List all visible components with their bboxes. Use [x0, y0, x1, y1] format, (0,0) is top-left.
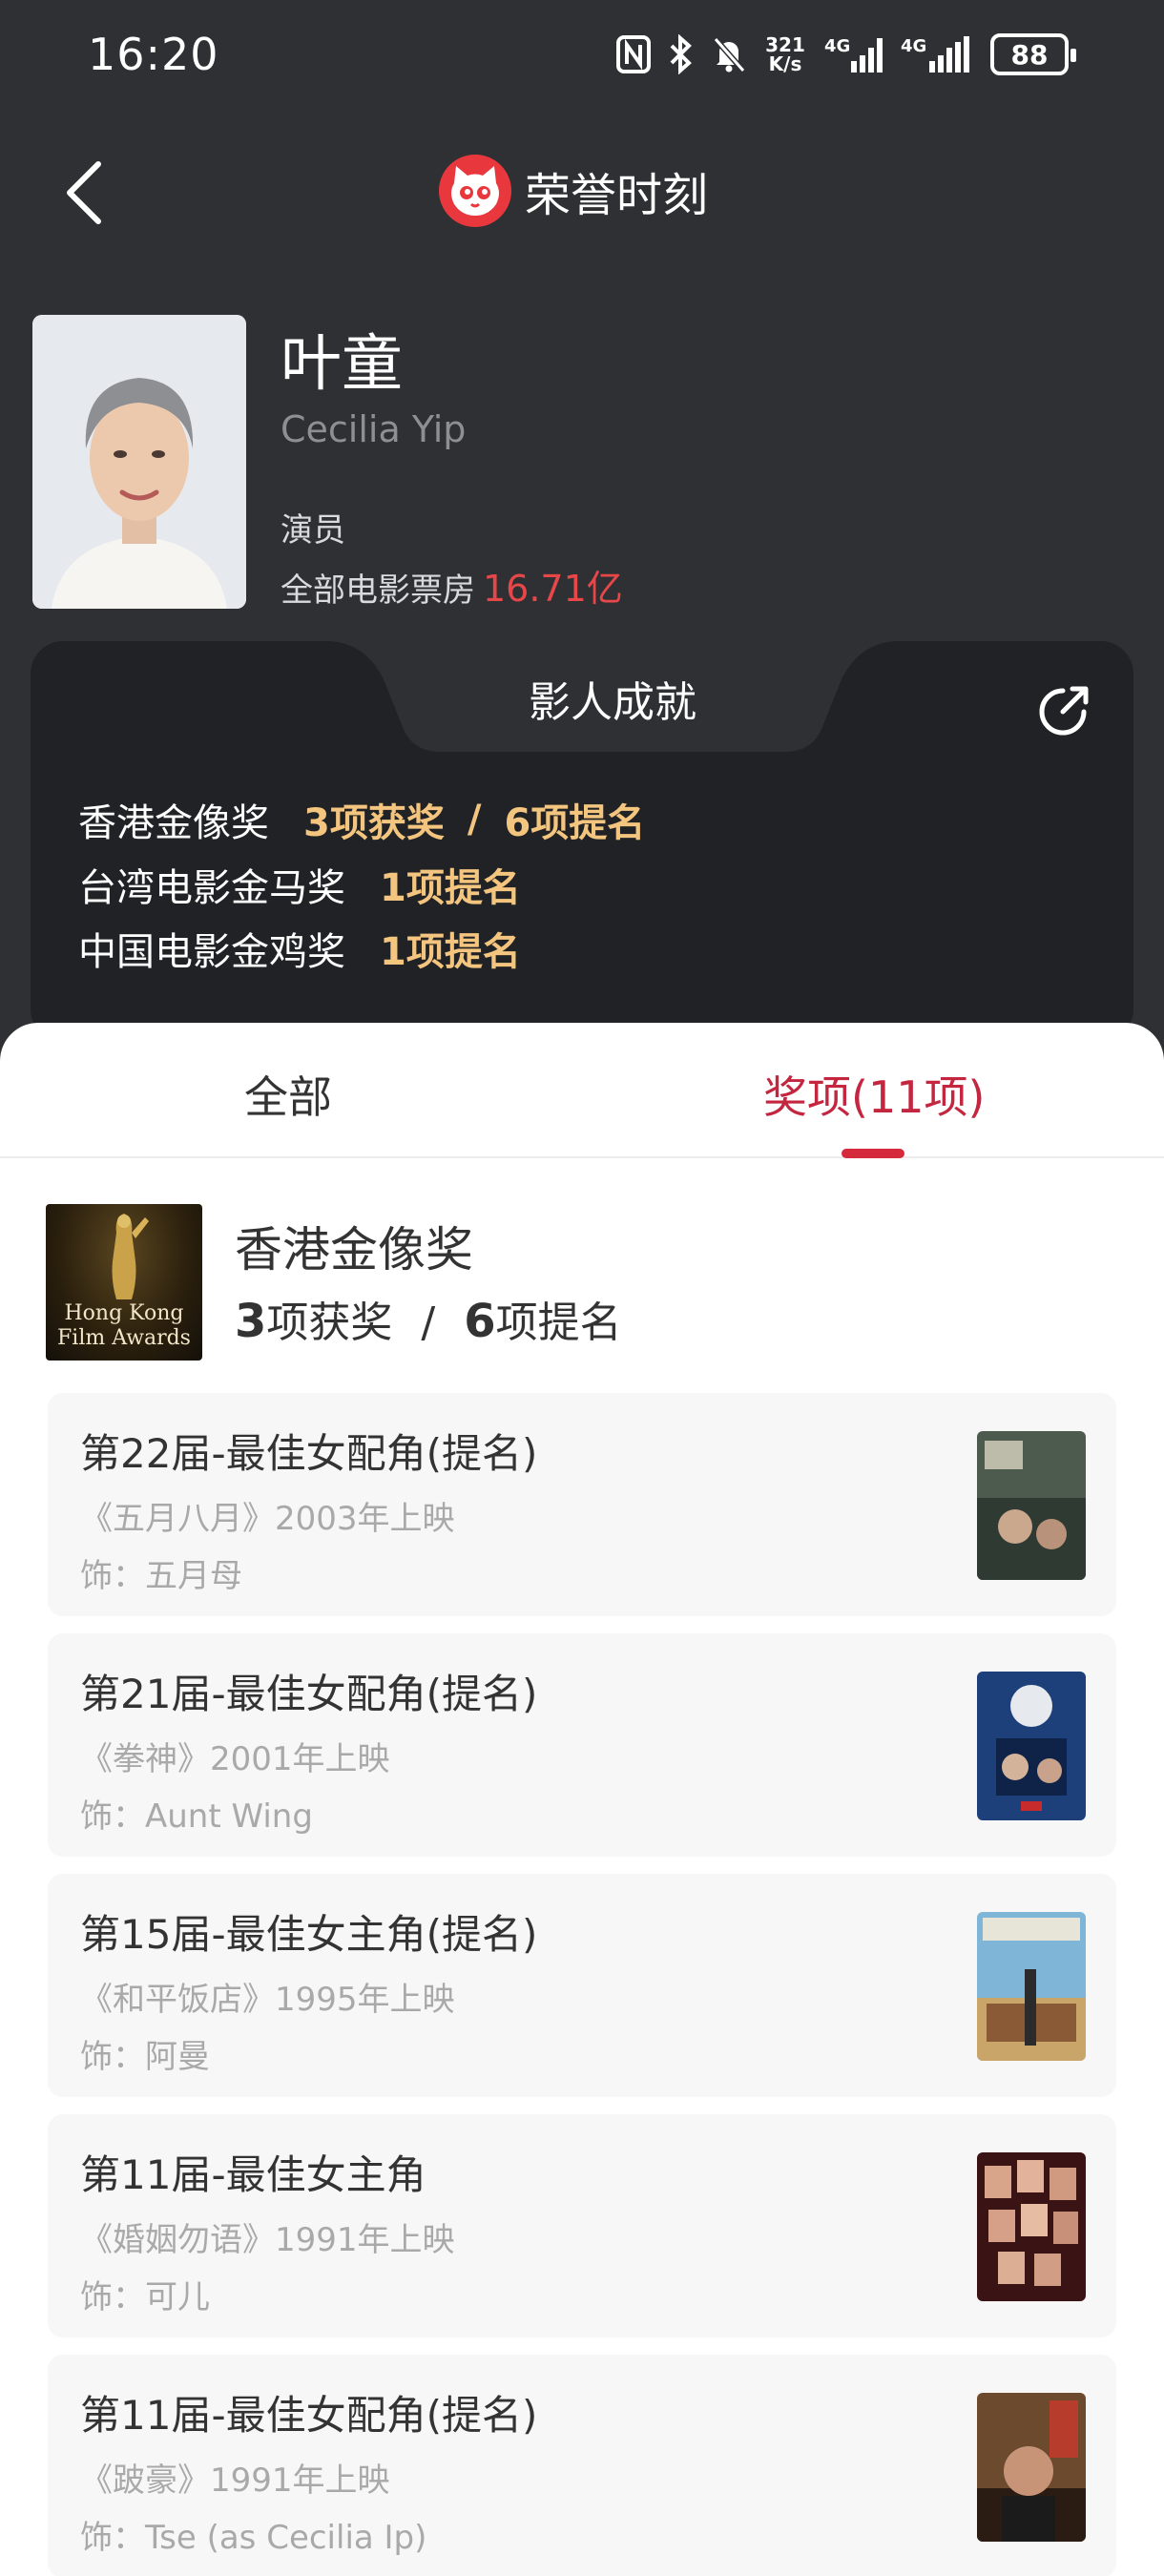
tab-bar: 全部 奖项(11项): [0, 1023, 1164, 1158]
svg-text:4G: 4G: [901, 36, 926, 56]
achievement-card: 影人成就 香港金像奖 3项获奖 / 6项提名 台湾电影金马奖 1项提名 中国电影…: [31, 641, 1133, 1042]
achievement-header: 影人成就: [326, 641, 899, 752]
status-icons: 321 K/s 4G 4G 88: [616, 31, 1076, 78]
award-item[interactable]: 第22届-最佳女配角(提名) 《五月八月》2003年上映 饰：五月母: [48, 1393, 1116, 1616]
award-item[interactable]: 第15届-最佳女主角(提名) 《和平饭店》1995年上映 饰：阿曼: [48, 1874, 1116, 2097]
svg-text:4G: 4G: [824, 36, 850, 56]
person-name: 叶童: [281, 329, 403, 400]
film-poster[interactable]: [977, 2152, 1086, 2301]
mute-bell-icon: [712, 35, 746, 73]
award-item-role: 饰：Aunt Wing: [80, 1797, 313, 1836]
status-time: 16:20: [88, 29, 219, 80]
film-poster[interactable]: [977, 1431, 1086, 1580]
achievement-row-golden-rooster: 中国电影金鸡奖 1项提名: [78, 921, 521, 976]
hkfa-logo-line2: Film Awards: [57, 1326, 191, 1350]
award-item-title: 第11届-最佳女主角: [80, 2151, 426, 2198]
avatar: [32, 315, 246, 609]
award-item-film: 《拳神》2001年上映: [80, 1740, 390, 1778]
achievement-noms: 1项提名: [380, 866, 521, 910]
film-poster[interactable]: [977, 1912, 1086, 2061]
achievement-award-name: 香港金像奖: [78, 801, 269, 845]
wins-count: 3: [235, 1295, 267, 1348]
stats-slash: /: [421, 1298, 436, 1347]
award-item-title: 第11届-最佳女配角(提名): [80, 2392, 538, 2439]
achievement-slash: /: [467, 798, 482, 841]
battery-level: 88: [1010, 38, 1049, 71]
person-role: 演员: [281, 511, 345, 550]
achievement-title: 影人成就: [529, 678, 696, 727]
award-item-role: 饰：Tse (as Cecilia Ip): [80, 2519, 427, 2557]
award-item-role: 饰：阿曼: [80, 2038, 210, 2076]
status-bar: 16:20 321 K/s 4G 4G 88: [0, 0, 1164, 114]
award-item-title: 第15届-最佳女主角(提名): [80, 1911, 538, 1958]
film-poster[interactable]: [977, 1672, 1086, 1820]
achievement-wins: 3项获奖: [303, 801, 445, 845]
award-item-title: 第22届-最佳女配角(提名): [80, 1430, 538, 1477]
awards-sheet: 全部 奖项(11项) Hong Kong Film Awards 香港金像奖 3…: [0, 1023, 1164, 2576]
share-button[interactable]: [1034, 679, 1095, 740]
page-title: 荣誉时刻: [525, 169, 709, 222]
achievement-award-name: 中国电影金鸡奖: [78, 930, 345, 974]
award-item-film: 《婚姻勿语》1991年上映: [80, 2221, 455, 2259]
header: 荣誉时刻: [0, 134, 1164, 248]
nfc-icon: [616, 35, 651, 73]
boxoffice-line: 全部电影票房 16.71亿: [281, 559, 623, 612]
network-speed: 321 K/s: [763, 35, 807, 73]
award-section-stats: 3 项获奖 / 6 项提名: [235, 1288, 622, 1349]
back-button[interactable]: [50, 155, 116, 231]
boxoffice-label: 全部电影票房: [281, 571, 475, 610]
tab-active-indicator: [842, 1149, 904, 1158]
noms-label: 项提名: [495, 1298, 622, 1347]
film-poster[interactable]: [977, 2393, 1086, 2542]
maoyan-cat-icon: [439, 155, 511, 227]
award-item[interactable]: 第21届-最佳女配角(提名) 《拳神》2001年上映 饰：Aunt Wing: [48, 1633, 1116, 1857]
signal-4g-2-icon: 4G: [901, 34, 973, 74]
award-item-film: 《和平饭店》1995年上映: [80, 1981, 455, 2019]
achievement-award-name: 台湾电影金马奖: [78, 866, 345, 910]
signal-4g-1-icon: 4G: [824, 34, 883, 74]
achievement-row-golden-horse: 台湾电影金马奖 1项提名: [78, 857, 521, 912]
award-section-title: 香港金像奖: [235, 1222, 473, 1278]
bluetooth-icon: [668, 34, 695, 74]
chevron-left-icon: [67, 161, 101, 224]
award-item-title: 第21届-最佳女配角(提名): [80, 1671, 538, 1717]
hkfa-logo: Hong Kong Film Awards: [46, 1204, 202, 1361]
share-icon: [1039, 686, 1089, 736]
hkfa-logo-line1: Hong Kong: [64, 1301, 184, 1325]
noms-count: 6: [464, 1295, 496, 1348]
person-name-english: Cecilia Yip: [281, 408, 467, 450]
award-item[interactable]: 第11届-最佳女主角 《婚姻勿语》1991年上映 饰：可儿: [48, 2114, 1116, 2337]
wins-label: 项获奖: [266, 1298, 393, 1347]
achievement-noms: 1项提名: [380, 930, 521, 974]
award-item-role: 饰：五月母: [80, 1557, 242, 1595]
tab-awards[interactable]: 奖项(11项): [763, 1063, 985, 1126]
battery-indicator: 88: [990, 33, 1076, 75]
award-item-role: 饰：可儿: [80, 2278, 210, 2316]
header-title-group: 荣誉时刻: [439, 155, 708, 227]
boxoffice-value: 16.71亿: [483, 568, 623, 610]
hkfa-logo-text: Hong Kong Film Awards: [46, 1301, 202, 1351]
tab-all[interactable]: 全部: [244, 1063, 332, 1126]
achievement-noms: 6项提名: [504, 801, 646, 845]
award-item-film: 《跛豪》1991年上映: [80, 2462, 390, 2500]
award-item-film: 《五月八月》2003年上映: [80, 1500, 455, 1538]
award-item[interactable]: 第11届-最佳女配角(提名) 《跛豪》1991年上映 饰：Tse (as Cec…: [48, 2355, 1116, 2576]
award-section-header: Hong Kong Film Awards 香港金像奖 3 项获奖 / 6 项提名: [46, 1204, 1133, 1361]
achievement-row-hkfa: 香港金像奖 3项获奖 / 6项提名: [78, 792, 645, 847]
net-speed-unit: K/s: [768, 52, 802, 75]
